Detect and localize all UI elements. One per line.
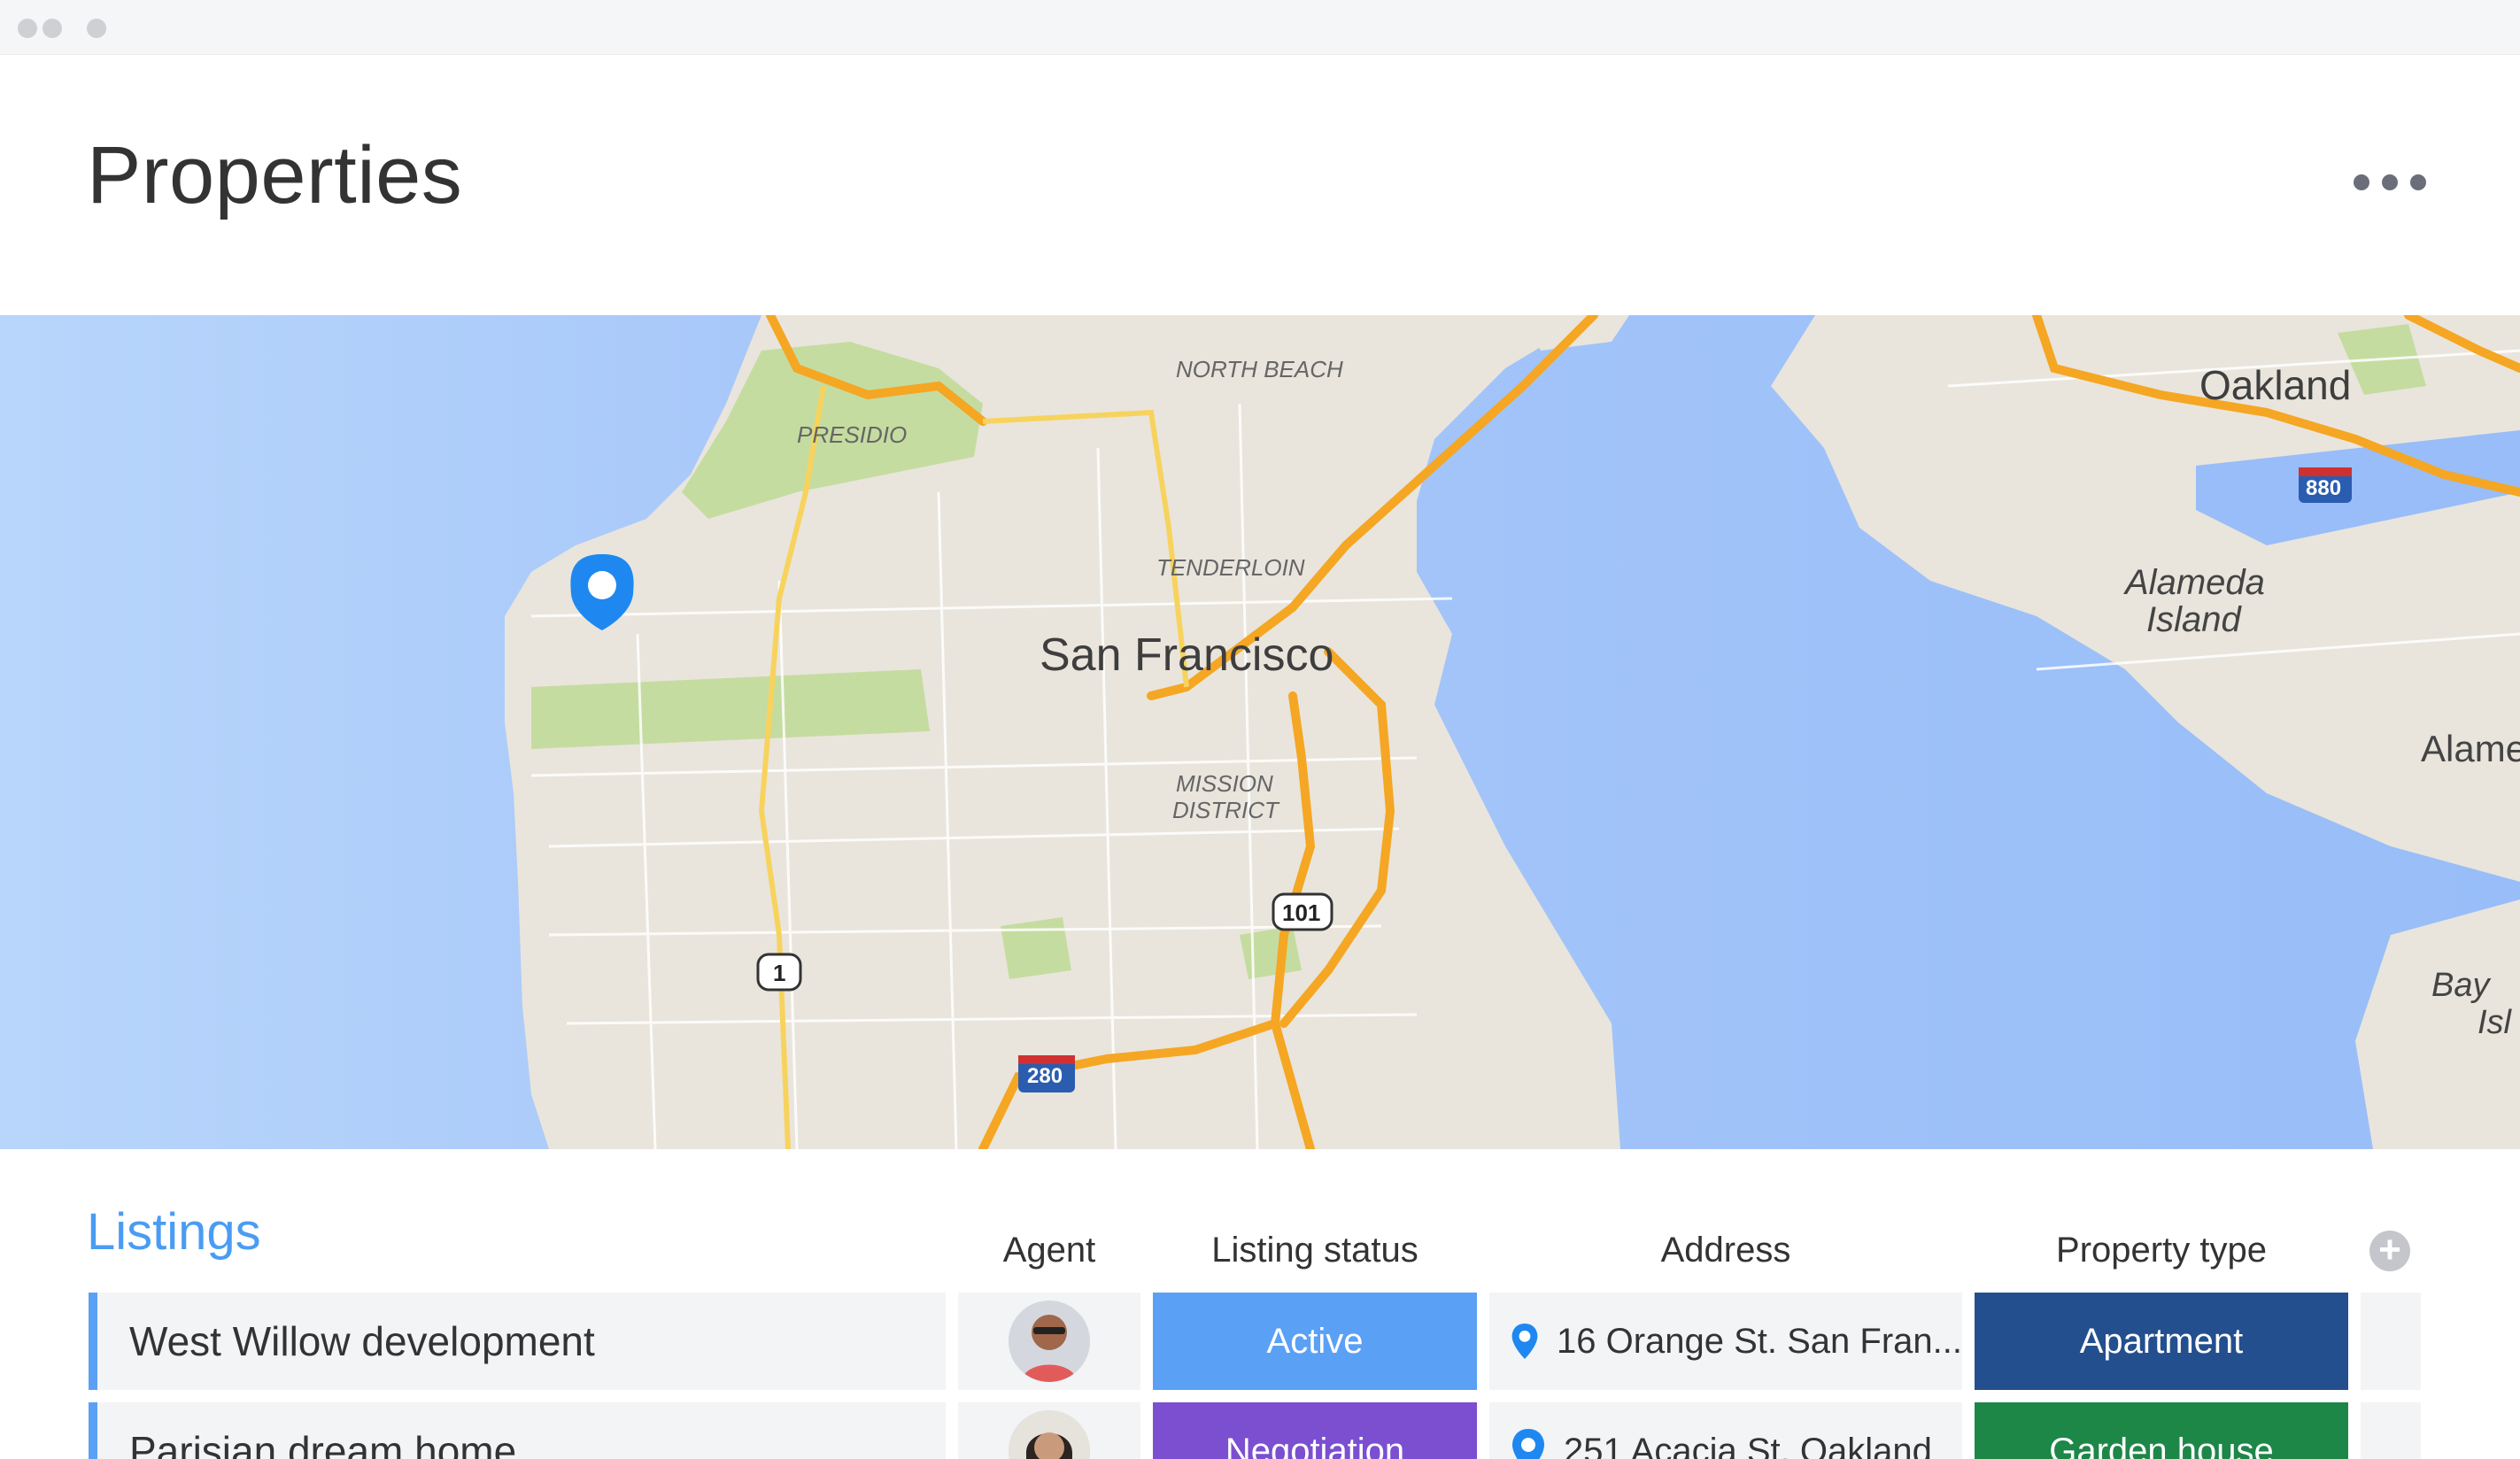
label-oakland: Oakland bbox=[2199, 362, 2352, 408]
person-avatar-icon bbox=[1009, 1301, 1090, 1382]
address-cell[interactable]: 16 Orange St. San Fran... bbox=[1489, 1293, 1962, 1390]
avatar bbox=[1009, 1301, 1090, 1382]
status-cell[interactable]: Active bbox=[1153, 1293, 1477, 1390]
empty-cell bbox=[2361, 1402, 2421, 1459]
label-mission-1: MISSION bbox=[1176, 770, 1273, 797]
column-header-type[interactable]: Property type bbox=[1975, 1231, 2348, 1270]
label-bay-2: Isl bbox=[2477, 1004, 2511, 1041]
i280-shield-text: 280 bbox=[1027, 1064, 1063, 1088]
page-title: Properties bbox=[87, 130, 463, 220]
empty-cell bbox=[2361, 1293, 2421, 1390]
location-pin-icon bbox=[1511, 1324, 1538, 1359]
window-close-button[interactable] bbox=[18, 19, 37, 38]
item-name-cell[interactable]: West Willow development bbox=[89, 1293, 946, 1390]
label-north-beach: NORTH BEACH bbox=[1176, 356, 1343, 382]
ca1-shield-text: 1 bbox=[773, 960, 786, 986]
window-minimize-button[interactable] bbox=[43, 19, 62, 38]
table-row[interactable]: West Willow development Active 16 Orange… bbox=[0, 1293, 2520, 1390]
type-cell[interactable]: Garden house bbox=[1975, 1402, 2348, 1459]
listings-group-title[interactable]: Listings bbox=[87, 1202, 261, 1262]
type-label: Garden house bbox=[2049, 1431, 2274, 1459]
table-row[interactable]: Parisian dream home Negotiation 251 Acac… bbox=[0, 1402, 2520, 1459]
window-maximize-button[interactable] bbox=[87, 19, 106, 38]
item-name-cell[interactable]: Parisian dream home bbox=[89, 1402, 946, 1459]
item-name: West Willow development bbox=[129, 1318, 595, 1364]
label-bay-1: Bay bbox=[2431, 967, 2490, 1004]
agent-cell[interactable] bbox=[958, 1293, 1140, 1390]
avatar bbox=[1009, 1410, 1090, 1459]
label-san-francisco: San Francisco bbox=[1040, 629, 1334, 681]
status-cell[interactable]: Negotiation bbox=[1153, 1402, 1477, 1459]
plus-icon: + bbox=[2378, 1228, 2401, 1271]
more-horizontal-icon bbox=[2354, 174, 2369, 190]
type-label: Apartment bbox=[2079, 1321, 2244, 1361]
type-cell[interactable]: Apartment bbox=[1975, 1293, 2348, 1390]
person-avatar-icon bbox=[1009, 1410, 1090, 1459]
agent-cell[interactable] bbox=[958, 1402, 1140, 1459]
column-header-agent[interactable]: Agent bbox=[958, 1231, 1140, 1270]
label-alameda: Alame bbox=[2421, 728, 2520, 769]
column-header-address[interactable]: Address bbox=[1489, 1231, 1962, 1270]
us101-shield-text: 101 bbox=[1282, 899, 1321, 926]
map-view[interactable]: NORTH BEACH PRESIDIO TENDERLOIN San Fran… bbox=[0, 315, 2520, 1149]
item-name: Parisian dream home bbox=[129, 1428, 517, 1459]
label-mission-2: DISTRICT bbox=[1172, 797, 1279, 823]
i880-shield-text: 880 bbox=[2306, 476, 2342, 500]
add-column-button[interactable]: + bbox=[2369, 1231, 2410, 1271]
label-alameda-island-2: Island bbox=[2146, 600, 2241, 639]
more-options-button[interactable] bbox=[2354, 166, 2426, 198]
address-text: 16 Orange St. San Fran... bbox=[1556, 1321, 1962, 1361]
column-header-status[interactable]: Listing status bbox=[1153, 1231, 1477, 1270]
address-text: 251 Acacia St. Oakland bbox=[1564, 1431, 1932, 1459]
map-canvas bbox=[0, 315, 2520, 1149]
label-presidio: PRESIDIO bbox=[797, 421, 908, 448]
window-titlebar bbox=[0, 0, 2520, 55]
status-label: Negotiation bbox=[1225, 1431, 1405, 1459]
address-cell[interactable]: 251 Acacia St. Oakland bbox=[1489, 1402, 1962, 1459]
location-pin-icon bbox=[1512, 1429, 1544, 1459]
label-tenderloin: TENDERLOIN bbox=[1156, 554, 1305, 581]
label-alameda-island-1: Alameda bbox=[2125, 563, 2265, 602]
status-label: Active bbox=[1266, 1321, 1364, 1361]
